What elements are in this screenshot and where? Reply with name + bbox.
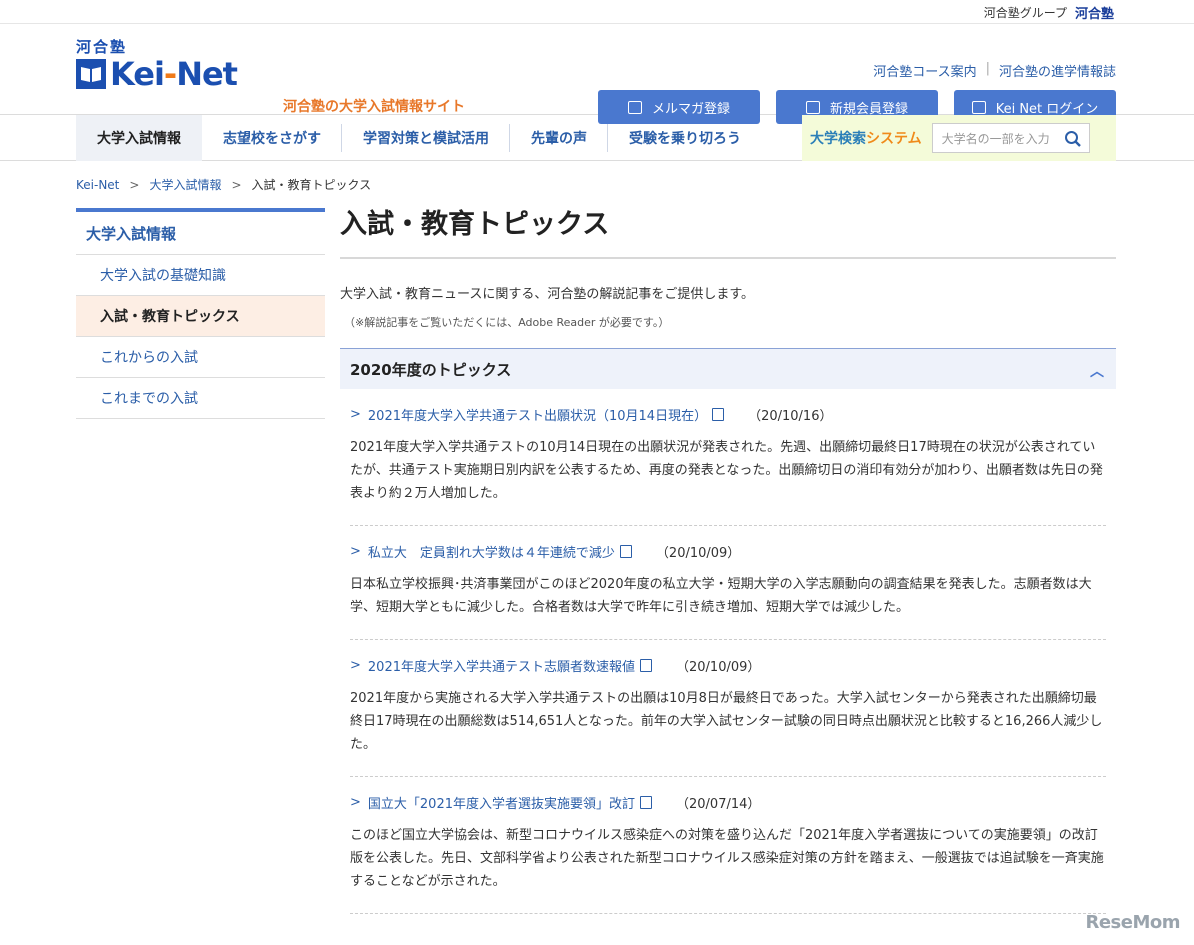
pdf-icon xyxy=(640,796,652,809)
article-summary: 日本私立学校振興･共済事業団がこのほど2020年度の私立大学・短期大学の入学志願… xyxy=(350,577,1092,615)
main-content: 入試・教育トピックス 大学入試・教育ニュースに関する、河合塾の解説記事をご提供し… xyxy=(340,205,1116,914)
mail-icon xyxy=(627,100,642,114)
page-title: 入試・教育トピックス xyxy=(340,205,1116,259)
global-nav: 大学入試情報 志望校をさがす 学習対策と模試活用 先輩の声 受験を乗り切ろう 大… xyxy=(0,115,1194,161)
search-input[interactable]: 大学名の一部を入力 xyxy=(931,123,1090,153)
sidebar-item-past-exams[interactable]: これまでの入試 xyxy=(76,378,325,419)
site-header: 河合塾 Kei-Net 河合塾の大学入試情報サイト 河合塾コース案内 | 河合塾… xyxy=(0,24,1194,124)
article-summary: 2021年度から実施される大学入学共通テストの出願は10月8日が最終日であった。… xyxy=(350,691,1103,752)
book-icon xyxy=(76,59,106,89)
sidebar-title[interactable]: 大学入試情報 xyxy=(76,208,325,255)
article-link[interactable]: 国立大「2021年度入学者選抜実施要領」改訂 xyxy=(368,793,635,812)
article-date: （20/07/14） xyxy=(676,797,761,812)
pdf-icon xyxy=(640,659,652,672)
article-link[interactable]: 2021年度大学入学共通テスト志願者数速報値 xyxy=(368,656,635,675)
magazine-link[interactable]: 河合塾の進学情報誌 xyxy=(999,61,1116,80)
list-item: > 私立大 定員割れ大学数は４年連続で減少 （20/10/09） 日本私立学校振興･… xyxy=(350,526,1106,640)
sidebar-item-basics[interactable]: 大学入試の基礎知識 xyxy=(76,255,325,296)
list-item: >2021年度大学入学共通テスト志願者数速報値 （20/10/09） 2021年度… xyxy=(350,640,1106,777)
logo-kawai: 河合塾 xyxy=(76,38,128,56)
breadcrumb-home[interactable]: Kei-Net xyxy=(76,178,119,192)
chevron-right-icon: > xyxy=(129,177,140,192)
chevron-right-icon: > xyxy=(350,795,361,810)
nav-item-study[interactable]: 学習対策と模試活用 xyxy=(342,115,510,161)
header-links: 河合塾コース案内 | 河合塾の進学情報誌 xyxy=(873,61,1116,80)
article-date: （20/10/16） xyxy=(748,409,833,424)
article-date: （20/10/09） xyxy=(676,660,761,675)
group-logo[interactable]: 河合塾 xyxy=(1075,3,1114,22)
resemom-watermark: ReseMom xyxy=(1085,912,1180,933)
chevron-right-icon: > xyxy=(350,407,361,422)
search-system-title: 大学検索システム xyxy=(810,131,922,147)
logo-name: Kei-Net xyxy=(110,55,238,93)
nav-item-find-school[interactable]: 志望校をさがす xyxy=(202,115,342,161)
search-icon[interactable] xyxy=(1064,130,1082,148)
pdf-icon xyxy=(712,408,725,421)
group-label: 河合塾グループ xyxy=(983,6,1067,20)
sidebar-item-future-exams[interactable]: これからの入試 xyxy=(76,337,325,378)
site-tagline: 河合塾の大学入試情報サイト xyxy=(283,99,465,115)
group-info: 河合塾グループ 河合塾 xyxy=(984,3,1114,22)
chevron-right-icon: > xyxy=(350,658,361,673)
nav-item-seniors[interactable]: 先輩の声 xyxy=(510,115,608,161)
nav-item-admissions-info[interactable]: 大学入試情報 xyxy=(76,115,202,161)
pdf-icon xyxy=(619,545,632,558)
article-link[interactable]: 2021年度大学入学共通テスト出願状況（10月14日現在） xyxy=(368,405,707,424)
chevron-right-icon: > xyxy=(350,544,361,559)
list-item: > 国立大「2021年度入学者選抜実施要領」改訂 （20/07/14） このほど国立… xyxy=(350,777,1106,914)
breadcrumb-current: 入試・教育トピックス xyxy=(251,178,372,192)
article-summary: 2021年度大学入学共通テストの10月14日現在の出願状況が発表された。先週、出… xyxy=(350,440,1103,501)
sidebar-item-topics[interactable]: 入試・教育トピックス xyxy=(76,296,325,337)
list-item: >2021年度大学入学共通テスト出願状況（10月14日現在） （20/10/16）… xyxy=(350,389,1106,526)
article-date: （20/10/09） xyxy=(655,546,741,561)
breadcrumb-admissions-info[interactable]: 大学入試情報 xyxy=(149,176,221,193)
section-header-2020[interactable]: 2020年度のトピックス ︿ xyxy=(340,348,1116,389)
chevron-up-icon[interactable]: ︿ xyxy=(1090,361,1104,381)
article-link[interactable]: 私立大 定員割れ大学数は４年連続で減少 xyxy=(368,542,615,561)
breadcrumb: Kei-Net > 大学入試情報 > 入試・教育トピックス xyxy=(76,176,371,193)
site-logo[interactable]: 河合塾 Kei-Net xyxy=(76,38,238,93)
course-guide-link[interactable]: 河合塾コース案内 xyxy=(873,61,976,80)
article-summary: このほど国立大学協会は、新型コロナウイルス感染症への対策を盛り込んだ「2021年… xyxy=(350,828,1104,889)
user-icon xyxy=(805,100,820,114)
top-bar: 河合塾グループ 河合塾 xyxy=(0,0,1194,24)
chevron-right-icon: > xyxy=(231,177,242,192)
login-icon xyxy=(971,100,986,114)
adobe-note: （※解説記事をご覧いただくには、Adobe Reader が必要です。） xyxy=(344,316,670,329)
intro-text: 大学入試・教育ニュースに関する、河合塾の解説記事をご提供します。 xyxy=(340,287,755,302)
sidebar: 大学入試情報 大学入試の基礎知識 入試・教育トピックス これからの入試 これまで… xyxy=(76,208,325,419)
university-search: 大学検索システム 大学名の一部を入力 xyxy=(802,115,1116,161)
nav-item-exam-survival[interactable]: 受験を乗り切ろう xyxy=(608,115,762,161)
